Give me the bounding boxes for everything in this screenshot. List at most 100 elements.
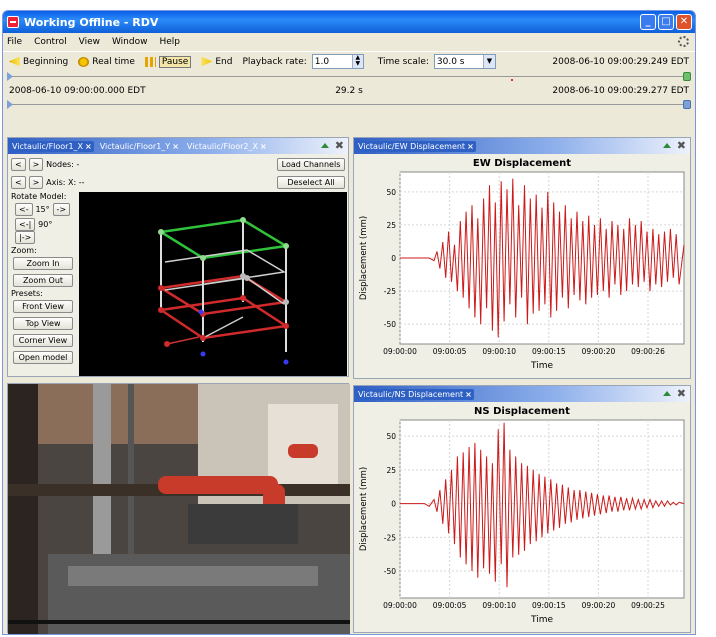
close-icon[interactable]: × — [172, 142, 179, 151]
next-axis-button[interactable]: > — [28, 176, 44, 189]
tab-floor1-y[interactable]: Victaulic/Floor1_Y × — [98, 141, 181, 152]
y-tick-label: 25 — [386, 221, 396, 230]
menu-window[interactable]: Window — [112, 37, 148, 47]
rotate-left-15-button[interactable]: <- — [15, 203, 33, 216]
front-view-button[interactable]: Front View — [13, 300, 73, 313]
menu-help[interactable]: Help — [159, 37, 180, 47]
axis-row: < > Axis: X: -- — [11, 176, 84, 189]
zoom-in-button[interactable]: Zoom In — [13, 257, 73, 270]
deselect-all-button[interactable]: Deselect All — [277, 176, 345, 189]
zoom-out-button[interactable]: Zoom Out — [13, 274, 73, 287]
close-icon[interactable]: ✖ — [335, 140, 344, 151]
time-slider-end-handle[interactable] — [683, 100, 691, 109]
ew-displacement-chart[interactable]: EW Displacement 09:00:00 09:00:05 09:00:10 0… — [354, 154, 690, 378]
prev-node-button[interactable]: < — [11, 158, 26, 171]
model-3d-wireframe — [158, 217, 290, 365]
tab-floor1-x-label: Victaulic/Floor1_X — [12, 141, 84, 151]
next-node-button[interactable]: > — [28, 158, 44, 171]
prev-axis-button[interactable]: < — [11, 176, 26, 189]
close-icon[interactable]: × — [260, 142, 267, 151]
spinner-arrows-icon[interactable]: ▲ ▼ — [351, 55, 363, 68]
chevron-down-icon[interactable]: ▼ — [482, 55, 495, 68]
rotate-left-90-button[interactable]: <-| — [15, 218, 36, 231]
rewind-icon — [9, 56, 20, 67]
y-tick-label: -25 — [384, 287, 396, 296]
x-tick-label: 09:00:26 — [631, 347, 665, 356]
menu-view[interactable]: View — [79, 37, 100, 47]
tab-ew-displacement[interactable]: Victaulic/EW Displacement × — [356, 140, 476, 152]
load-channels-button[interactable]: Load Channels — [277, 158, 345, 171]
time-scale-select[interactable]: 30.0 s ▼ — [433, 54, 496, 69]
model-3d-canvas[interactable] — [79, 192, 347, 376]
y-tick-label: -25 — [384, 533, 396, 542]
menu-bar: File Control View Window Help — [3, 33, 695, 51]
y-tick-label: -50 — [384, 567, 396, 576]
x-axis-label: Time — [530, 361, 553, 371]
time-slider[interactable] — [3, 99, 695, 111]
open-model-button[interactable]: Open model — [13, 351, 73, 364]
app-icon — [7, 16, 19, 28]
x-tick-label: 09:00:20 — [582, 347, 616, 356]
y-tick-label: 0 — [391, 254, 396, 263]
tab-floor2-x-label: Victaulic/Floor2_X — [186, 141, 258, 151]
rotate-right-90-button[interactable]: |-> — [15, 231, 36, 244]
y-tick-label: 50 — [386, 188, 396, 197]
y-tick-label: -50 — [384, 320, 396, 329]
time-slider-start-handle[interactable] — [7, 100, 13, 109]
close-icon[interactable]: × — [85, 142, 92, 151]
top-view-button[interactable]: Top View — [13, 317, 73, 330]
range-slider-track — [9, 76, 689, 77]
maximize-button[interactable]: □ — [658, 14, 674, 30]
x-tick-label: 09:00:00 — [383, 601, 417, 610]
ns-displacement-chart[interactable]: NS Displacement 09:00:00 09:00:05 09:00:10 0… — [354, 402, 690, 632]
pause-icon — [144, 56, 156, 67]
close-icon[interactable]: × — [465, 390, 472, 399]
range-start-handle[interactable] — [7, 72, 13, 81]
tab-ns-displacement[interactable]: Victaulic/NS Displacement × — [356, 388, 474, 400]
x-tick-label: 09:00:00 — [383, 347, 417, 356]
pause-label: Pause — [158, 55, 192, 68]
pause-button[interactable]: Pause — [144, 55, 192, 68]
ns-displacement-panel: Victaulic/NS Displacement × ✖ NS Displace… — [353, 385, 691, 633]
close-icon[interactable]: × — [467, 142, 474, 151]
end-button[interactable]: End — [201, 56, 232, 67]
x-tick-label: 09:00:10 — [482, 347, 516, 356]
close-button[interactable]: ✕ — [676, 14, 692, 30]
presets-label: Presets: — [11, 289, 43, 298]
range-slider[interactable] — [3, 71, 695, 83]
maximize-icon[interactable] — [662, 143, 671, 148]
nodes-row: < > Nodes: - — [11, 158, 79, 171]
maximize-icon[interactable] — [662, 391, 671, 396]
y-axis-label: Displacement (mm) — [359, 467, 369, 551]
maximize-icon[interactable] — [320, 143, 329, 148]
close-icon[interactable]: ✖ — [677, 388, 686, 399]
tab-floor1-x[interactable]: Victaulic/Floor1_X × — [10, 140, 94, 152]
rotate-right-15-button[interactable]: -> — [52, 203, 71, 216]
menu-file[interactable]: File — [7, 37, 22, 47]
video-panel[interactable] — [7, 383, 380, 634]
tab-floor2-x[interactable]: Victaulic/Floor2_X × — [185, 141, 269, 152]
corner-view-button[interactable]: Corner View — [13, 334, 73, 347]
y-tick-label: 25 — [386, 466, 396, 475]
x-tick-label: 09:00:05 — [433, 347, 467, 356]
x-tick-label: 09:00:15 — [532, 601, 566, 610]
real-time-button[interactable]: Real time — [78, 56, 135, 67]
axis-label: Axis: X: -- — [46, 178, 85, 187]
minimize-button[interactable]: _ — [640, 14, 656, 30]
tab-floor1-y-label: Victaulic/Floor1_Y — [99, 141, 171, 151]
beginning-button[interactable]: Beginning — [9, 56, 68, 67]
timeline-start: 2008-06-10 09:00:00.000 EDT — [9, 86, 146, 96]
title-bar[interactable]: Working Offline - RDV _ □ ✕ — [3, 11, 695, 33]
playback-rate-spinner[interactable]: 1.0 ▲ ▼ — [311, 54, 364, 69]
tab-ew-label: Victaulic/EW Displacement — [358, 141, 466, 151]
model-panel-tabs: Victaulic/Floor1_X × Victaulic/Floor1_Y × … — [8, 138, 348, 154]
close-icon[interactable]: ✖ — [677, 140, 686, 151]
menu-control[interactable]: Control — [34, 37, 67, 47]
ns-panel-tabs: Victaulic/NS Displacement × ✖ — [354, 386, 690, 402]
x-tick-label: 09:00:15 — [532, 347, 566, 356]
ew-displacement-panel: Victaulic/EW Displacement × ✖ EW Displace… — [353, 137, 691, 379]
timeline-labels: 2008-06-10 09:00:00.000 EDT 29.2 s 2008-… — [3, 83, 695, 99]
real-time-label: Real time — [92, 56, 135, 67]
time-scale-label: Time scale: — [377, 56, 429, 67]
range-end-handle[interactable] — [683, 72, 691, 81]
